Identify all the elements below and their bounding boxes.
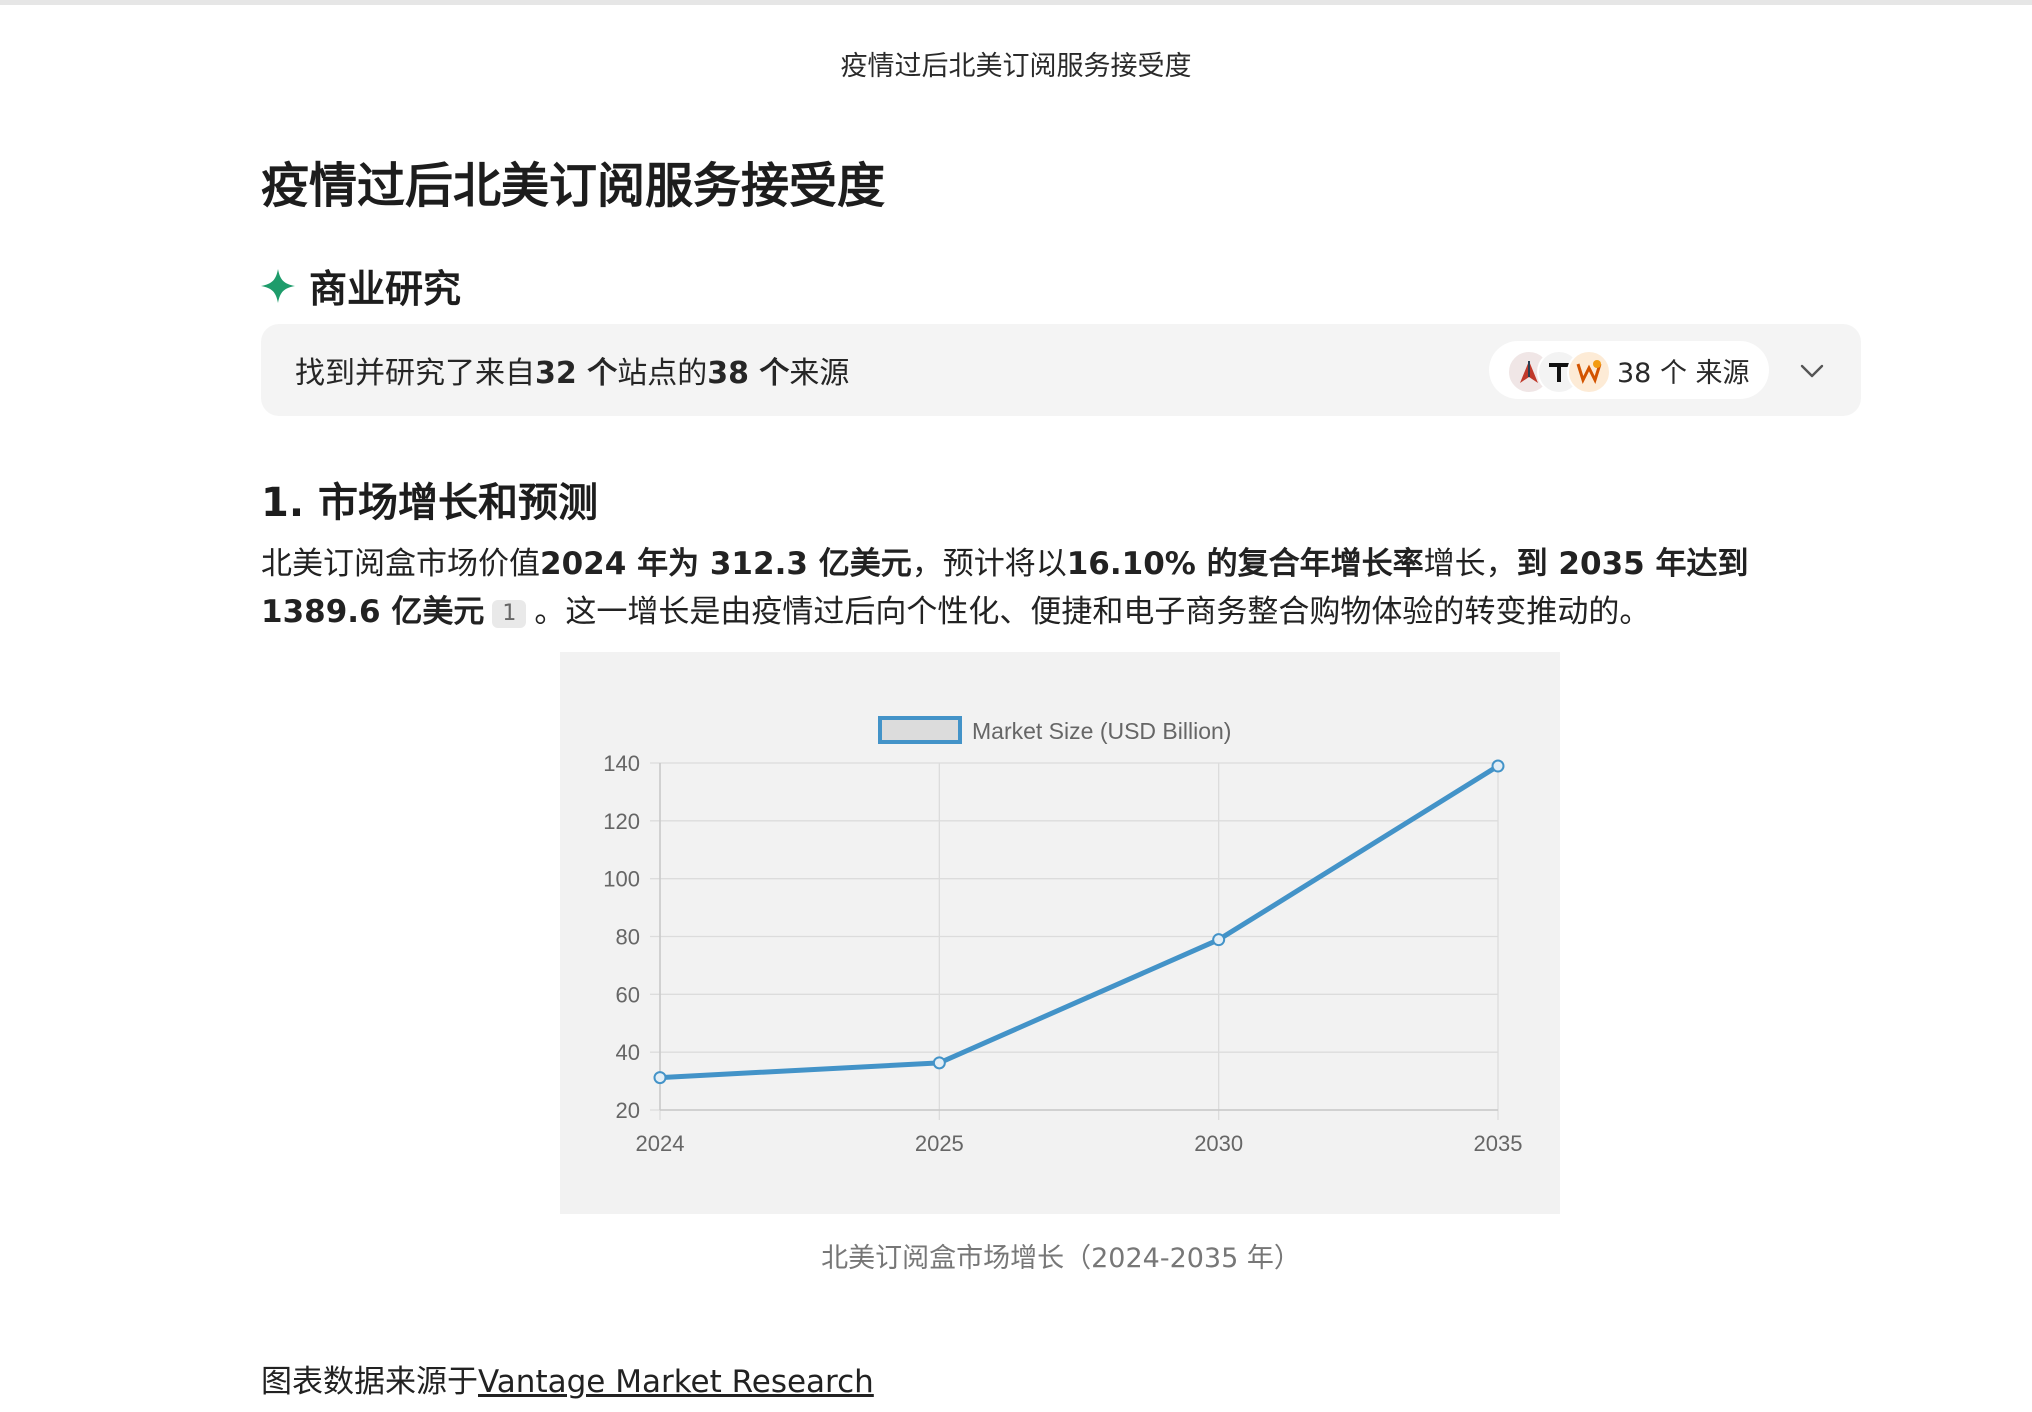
- source-favicon-c-icon: [1567, 350, 1611, 394]
- market-size-chart: 20 40 60 80 100 120 140 2024 2025 2030 2035 Market …: [560, 652, 1560, 1214]
- y-tick-label: 60: [616, 982, 640, 1007]
- section-label-text: 商业研究: [309, 267, 462, 311]
- data-point: [932, 1056, 946, 1070]
- sources-pill-button[interactable]: 38 个 来源: [1489, 341, 1769, 399]
- data-point: [1491, 759, 1505, 773]
- section-heading-market-growth: 1. 市场增长和预测: [261, 480, 598, 526]
- sources-summary-bar[interactable]: 找到并研究了来自32 个站点的38 个来源 38 个 来源: [261, 324, 1861, 416]
- sources-summary-text: 找到并研究了来自32 个站点的38 个来源: [295, 356, 850, 391]
- sparkle-icon: [261, 268, 295, 303]
- y-tick-label: 20: [616, 1098, 640, 1123]
- y-tick-label: 100: [603, 867, 640, 892]
- chevron-down-icon[interactable]: [1799, 358, 1825, 384]
- x-tick-label: 2035: [1474, 1131, 1523, 1156]
- chart-caption: 北美订阅盒市场增长（2024-2035 年）: [821, 1243, 1301, 1274]
- y-tick-label: 140: [603, 751, 640, 776]
- y-tick-label: 120: [603, 809, 640, 834]
- x-tick-label: 2024: [636, 1131, 685, 1156]
- section-label: 商业研究: [261, 258, 461, 313]
- sites-count: 32 个: [535, 356, 618, 391]
- page-title: 疫情过后北美订阅服务接受度: [261, 158, 886, 214]
- window-title: 疫情过后北美订阅服务接受度: [840, 51, 1192, 82]
- legend-label: Market Size (USD Billion): [972, 718, 1231, 744]
- x-tick-label: 2025: [915, 1131, 964, 1156]
- y-tick-label: 80: [616, 925, 640, 950]
- data-point: [653, 1071, 667, 1085]
- series-line: [659, 763, 1500, 1081]
- market-growth-paragraph: 北美订阅盒市场价值2024 年为 312.3 亿美元，预计将以16.10% 的复…: [261, 546, 1749, 630]
- legend-swatch: [878, 716, 962, 744]
- chart-source-line: 图表数据来源于Vantage Market Research: [261, 1364, 874, 1400]
- x-tick-label: 2030: [1194, 1131, 1243, 1156]
- y-tick-label: 40: [616, 1040, 640, 1065]
- citation-badge[interactable]: 1: [492, 600, 527, 628]
- chart-svg: 20 40 60 80 100 120 140 2024 2025 2030 2035 Market …: [603, 716, 1523, 1156]
- source-favicons: [1507, 348, 1625, 394]
- window-top-border: [0, 0, 2032, 5]
- sources-count: 38 个: [707, 356, 790, 391]
- source-link[interactable]: Vantage Market Research: [478, 1364, 874, 1400]
- sources-pill-label: 38 个 来源: [1617, 357, 1750, 389]
- data-point: [1212, 933, 1226, 947]
